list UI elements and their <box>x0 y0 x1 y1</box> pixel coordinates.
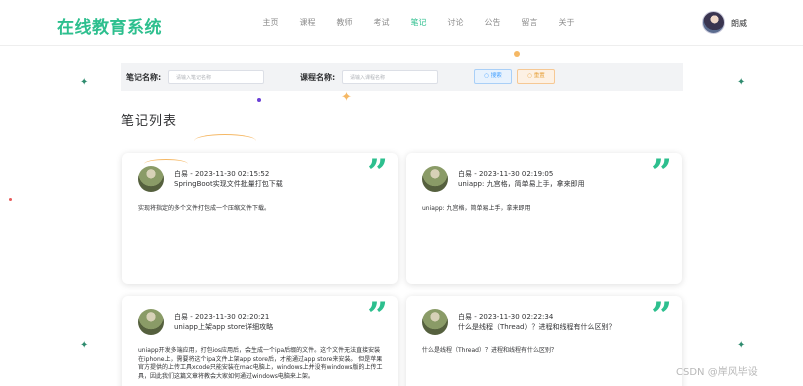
nav-home[interactable]: 主页 <box>252 17 289 28</box>
quote-icon: ” <box>651 296 672 337</box>
course-name-label: 课程名称: <box>300 73 336 82</box>
note-card[interactable]: 白易 - 2023-11-30 02:19:05 uniapp: 九宫格，简单易… <box>406 153 682 284</box>
decor-dot <box>257 98 261 102</box>
search-button[interactable]: ○ 搜索 <box>474 69 512 84</box>
decor-dot <box>514 51 520 57</box>
reset-button[interactable]: ○ 重置 <box>517 69 555 84</box>
note-meta: 白易 - 2023-11-30 02:19:05 <box>458 170 554 178</box>
author-avatar <box>422 309 448 335</box>
nav-discussion[interactable]: 讨论 <box>437 17 474 28</box>
decor-star-icon: ✦ <box>80 340 89 351</box>
decor-arc <box>194 134 256 148</box>
search-bar: 笔记名称: 请输入笔记名称 课程名称: 请输入课程名称 ○ 搜索 ○ 重置 <box>121 63 683 91</box>
note-card[interactable]: 白易 - 2023-11-30 02:22:34 什么是线程（Thread）？进… <box>406 296 682 386</box>
note-meta: 白易 - 2023-11-30 02:20:21 <box>174 313 270 321</box>
quote-icon: ” <box>651 153 672 194</box>
user-name[interactable]: 朗威 <box>731 18 747 29</box>
note-card[interactable]: 白易 - 2023-11-30 02:15:52 SpringBoot实现文件批… <box>122 153 398 284</box>
top-header: 在线教育系统 主页 课程 教师 考试 笔记 讨论 公告 留言 关于 朗威 <box>0 0 803 46</box>
nav-teachers[interactable]: 教师 <box>326 17 363 28</box>
author-avatar <box>138 166 164 192</box>
main-nav: 主页 课程 教师 考试 笔记 讨论 公告 留言 关于 <box>252 17 585 28</box>
note-title[interactable]: uniapp上架app store详细攻略 <box>174 322 273 332</box>
search-button-label: 搜索 <box>490 73 502 79</box>
author-avatar <box>138 309 164 335</box>
section-title: 笔记列表 <box>121 114 178 129</box>
note-meta: 白易 - 2023-11-30 02:15:52 <box>174 170 270 178</box>
nav-exams[interactable]: 考试 <box>363 17 400 28</box>
user-avatar[interactable] <box>702 11 725 34</box>
note-title[interactable]: SpringBoot实现文件批量打包下载 <box>174 179 283 189</box>
note-content: 什么是线程（Thread）？进程和线程有什么区别？ <box>422 347 557 354</box>
decor-star-icon: ✦ <box>341 90 352 105</box>
author-avatar <box>422 166 448 192</box>
note-content: 实现将指定的多个文件打包成一个压缩文件下载。 <box>138 205 271 212</box>
decor-star-icon: ✦ <box>737 77 746 88</box>
nav-messages[interactable]: 留言 <box>511 17 548 28</box>
page: 在线教育系统 主页 课程 教师 考试 笔记 讨论 公告 留言 关于 朗威 ✦ ✦… <box>0 0 803 386</box>
nav-announcements[interactable]: 公告 <box>474 17 511 28</box>
note-name-label: 笔记名称: <box>126 73 162 82</box>
nav-courses[interactable]: 课程 <box>289 17 326 28</box>
nav-notes[interactable]: 笔记 <box>400 17 437 28</box>
quote-icon: ” <box>367 153 388 194</box>
note-title[interactable]: 什么是线程（Thread）？进程和线程有什么区别？ <box>458 322 615 332</box>
decor-dot <box>9 198 12 201</box>
quote-icon: ” <box>367 296 388 337</box>
note-name-input[interactable]: 请输入笔记名称 <box>168 70 264 84</box>
course-name-input[interactable]: 请输入课程名称 <box>342 70 438 84</box>
note-title[interactable]: uniapp: 九宫格，简单易上手，拿来即用 <box>458 179 585 189</box>
decor-star-icon: ✦ <box>737 340 746 351</box>
note-meta: 白易 - 2023-11-30 02:22:34 <box>458 313 554 321</box>
watermark: CSDN @岸风毕设 <box>676 367 758 378</box>
reset-button-label: 重置 <box>533 73 545 79</box>
note-card[interactable]: 白易 - 2023-11-30 02:20:21 uniapp上架app sto… <box>122 296 398 386</box>
reset-icon: ○ <box>527 73 533 79</box>
note-content: uniapp开发多端应用，打包ios应用后，会生成一个ipa后缀的文件。这个文件… <box>138 347 383 380</box>
decor-star-icon: ✦ <box>80 77 89 88</box>
note-content: uniapp: 九宫格，简单易上手，拿来即用 <box>422 205 531 212</box>
nav-about[interactable]: 关于 <box>548 17 585 28</box>
site-logo[interactable]: 在线教育系统 <box>57 13 162 38</box>
search-icon: ○ <box>484 73 490 79</box>
